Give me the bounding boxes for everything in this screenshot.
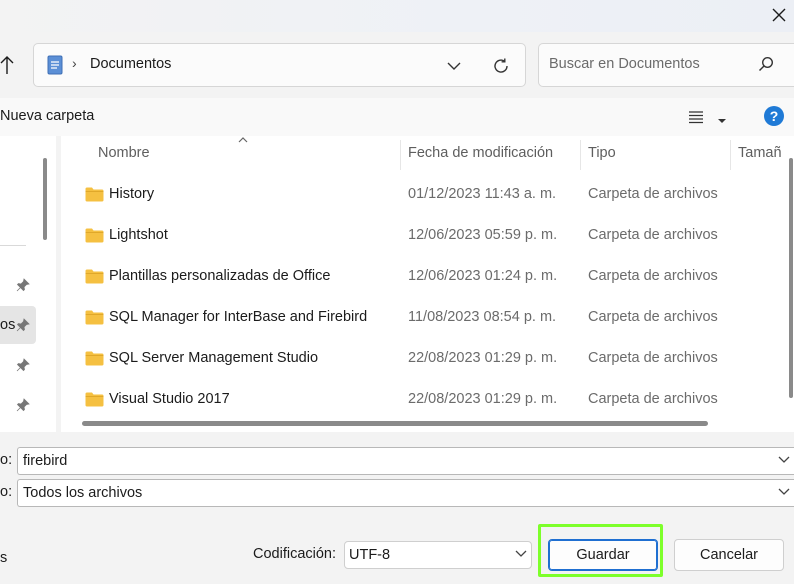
sort-ascending-icon <box>238 135 248 146</box>
column-divider[interactable] <box>730 140 731 170</box>
file-modified: 11/08/2023 08:54 p. m. <box>408 309 557 325</box>
encoding-label: Codificación: <box>253 546 337 562</box>
file-name: History <box>109 186 155 202</box>
hide-folders-toggle[interactable]: s <box>0 550 7 566</box>
file-row[interactable]: Visual Studio 2017 22/08/2023 01:29 p. m… <box>61 380 777 421</box>
view-options-caret-icon[interactable] <box>717 112 727 128</box>
nav-item-pinned-4[interactable] <box>0 386 36 424</box>
folder-icon <box>85 310 104 325</box>
nav-scrollbar[interactable] <box>43 158 47 240</box>
pin-icon <box>16 398 30 412</box>
close-icon <box>772 8 786 22</box>
file-modified: 22/08/2023 01:29 p. m. <box>408 391 558 407</box>
file-row[interactable]: Lightshot 12/06/2023 05:59 p. m. Carpeta… <box>61 216 777 257</box>
encoding-select[interactable]: UTF-8 <box>344 541 532 569</box>
view-options-icon[interactable] <box>688 110 704 128</box>
column-divider[interactable] <box>400 140 401 170</box>
nav-item-label: os <box>0 317 16 333</box>
filetype-label: o: <box>0 484 13 500</box>
folder-icon <box>85 392 104 407</box>
breadcrumb-separator: › <box>72 55 77 71</box>
cancel-button[interactable]: Cancelar <box>674 539 784 571</box>
file-name: SQL Manager for InterBase and Firebird <box>109 309 368 325</box>
file-type: Carpeta de archivos <box>588 268 718 284</box>
document-icon <box>47 55 63 79</box>
file-type: Carpeta de archivos <box>588 391 718 407</box>
filetype-select[interactable]: Todos los archivos <box>17 479 794 507</box>
search-input[interactable] <box>549 56 749 72</box>
file-type: Carpeta de archivos <box>588 350 718 366</box>
chevron-down-icon[interactable] <box>778 456 790 464</box>
file-row[interactable]: SQL Manager for InterBase and Firebird 1… <box>61 298 777 339</box>
column-divider[interactable] <box>580 140 581 170</box>
file-list-vertical-scrollbar[interactable] <box>789 158 793 398</box>
refresh-icon <box>494 58 508 73</box>
encoding-value: UTF-8 <box>349 547 391 563</box>
search-icon[interactable] <box>758 56 774 76</box>
file-row[interactable]: SQL Server Management Studio 22/08/2023 … <box>61 339 777 380</box>
file-modified: 01/12/2023 11:43 a. m. <box>408 186 557 202</box>
column-header-size[interactable]: Tamañ <box>738 145 782 161</box>
file-type: Carpeta de archivos <box>588 186 718 202</box>
filename-field[interactable]: firebird <box>17 447 794 475</box>
close-button[interactable] <box>764 0 794 30</box>
command-bar: Nueva carpeta ? <box>0 98 794 136</box>
file-list-horizontal-scrollbar[interactable] <box>82 421 708 426</box>
filename-label: o: <box>0 452 13 468</box>
file-type: Carpeta de archivos <box>588 309 718 325</box>
nav-item-pinned-1[interactable] <box>0 266 36 304</box>
title-bar <box>0 0 794 32</box>
search-box[interactable] <box>538 43 794 87</box>
breadcrumb-documentos[interactable]: Documentos <box>90 56 171 72</box>
address-history-button[interactable] <box>444 56 464 76</box>
column-header-modified[interactable]: Fecha de modificación <box>408 145 553 161</box>
column-header-name[interactable]: Nombre <box>98 145 150 161</box>
nav-item-pinned-3[interactable] <box>0 346 36 384</box>
file-name: Visual Studio 2017 <box>109 391 230 407</box>
arrow-up-icon <box>0 56 14 74</box>
file-name: Lightshot <box>109 227 168 243</box>
file-row[interactable]: History 01/12/2023 11:43 a. m. Carpeta d… <box>61 175 777 216</box>
address-bar[interactable]: › Documentos <box>33 43 526 87</box>
pin-icon <box>16 278 30 292</box>
chevron-down-icon <box>515 550 527 557</box>
column-header-type[interactable]: Tipo <box>588 145 616 161</box>
file-name: Plantillas personalizadas de Office <box>109 268 331 284</box>
nav-item-documentos[interactable]: os <box>0 306 36 344</box>
filetype-value: Todos los archivos <box>23 485 143 501</box>
file-modified: 12/06/2023 01:24 p. m. <box>408 268 558 284</box>
file-row[interactable]: Plantillas personalizadas de Office 12/0… <box>61 257 777 298</box>
save-button[interactable]: Guardar <box>548 539 658 571</box>
folder-icon <box>85 269 104 284</box>
filename-value: firebird <box>23 453 68 469</box>
folder-icon <box>85 351 104 366</box>
file-type: Carpeta de archivos <box>588 227 718 243</box>
file-modified: 12/06/2023 05:59 p. m. <box>408 227 558 243</box>
folder-icon <box>85 228 104 243</box>
up-button[interactable] <box>0 52 22 78</box>
chevron-down-icon[interactable] <box>778 488 790 496</box>
file-modified: 22/08/2023 01:29 p. m. <box>408 350 558 366</box>
help-icon[interactable]: ? <box>764 106 784 126</box>
new-folder-button[interactable]: Nueva carpeta <box>0 108 94 124</box>
pin-icon <box>16 318 30 332</box>
refresh-button[interactable] <box>490 55 512 77</box>
folder-icon <box>85 187 104 202</box>
file-name: SQL Server Management Studio <box>109 350 319 366</box>
pin-icon <box>16 358 30 372</box>
chevron-down-icon <box>447 62 461 70</box>
nav-divider <box>0 245 26 246</box>
